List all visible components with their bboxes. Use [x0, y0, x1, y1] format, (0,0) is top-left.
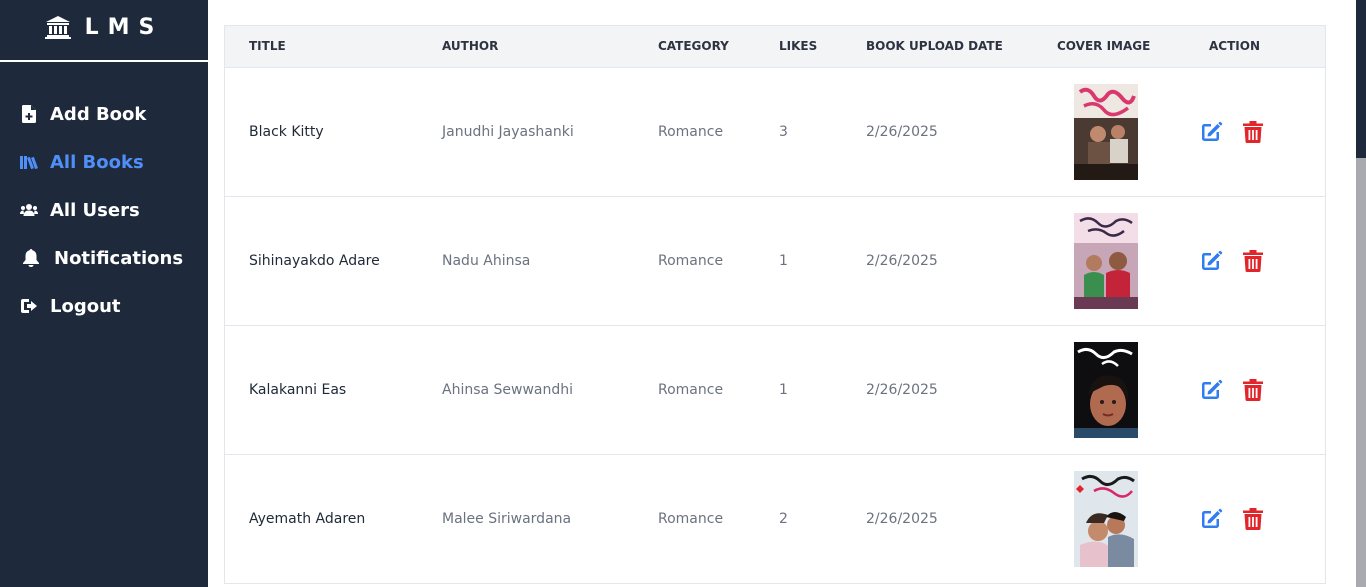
book-cover-image [1074, 470, 1138, 567]
bell-icon [22, 249, 40, 267]
row-actions [1181, 507, 1325, 531]
sidebar-item-add-book[interactable]: Add Book [0, 90, 208, 138]
book-upload-date: 2/26/2025 [866, 196, 1049, 326]
column-header-upload-date: BOOK UPLOAD DATE [866, 26, 1049, 68]
column-header-cover: COVER IMAGE [1049, 26, 1181, 68]
book-category: Romance [658, 196, 779, 326]
cover-cell [1049, 67, 1181, 197]
users-icon [20, 201, 38, 219]
book-likes: 1 [779, 325, 866, 455]
book-title: Black Kitty [225, 67, 442, 197]
table-row: Sihinayakdo Adare Nadu Ahinsa Romance 1 … [225, 196, 1325, 326]
edit-icon[interactable] [1199, 249, 1223, 273]
column-header-category: CATEGORY [658, 26, 779, 68]
sidebar-item-label: Logout [50, 295, 121, 317]
book-title: Kalakanni Eas [225, 325, 442, 455]
books-table: TITLE AUTHOR CATEGORY LIKES BOOK UPLOAD … [225, 26, 1325, 584]
cover-cell [1049, 454, 1181, 584]
trash-icon[interactable] [1241, 120, 1265, 144]
sidebar-item-all-books[interactable]: All Books [0, 138, 208, 186]
trash-icon[interactable] [1241, 249, 1265, 273]
table-header-row: TITLE AUTHOR CATEGORY LIKES BOOK UPLOAD … [225, 26, 1325, 68]
cover-cell [1049, 325, 1181, 455]
action-cell [1181, 67, 1325, 197]
library-building-icon [44, 15, 71, 39]
column-header-title: TITLE [225, 26, 442, 68]
books-icon [20, 153, 38, 171]
books-table-container: TITLE AUTHOR CATEGORY LIKES BOOK UPLOAD … [224, 25, 1326, 584]
action-cell [1181, 196, 1325, 326]
book-title: Ayemath Adaren [225, 454, 442, 584]
file-plus-icon [20, 105, 38, 123]
book-author: Janudhi Jayashanki [442, 67, 658, 197]
book-upload-date: 2/26/2025 [866, 67, 1049, 197]
book-title: Sihinayakdo Adare [225, 196, 442, 326]
edit-icon[interactable] [1199, 120, 1223, 144]
book-author: Malee Siriwardana [442, 454, 658, 584]
trash-icon[interactable] [1241, 507, 1265, 531]
edit-icon[interactable] [1199, 507, 1223, 531]
sidebar-item-label: All Books [50, 151, 144, 173]
book-category: Romance [658, 454, 779, 584]
book-category: Romance [658, 67, 779, 197]
trash-icon[interactable] [1241, 378, 1265, 402]
column-header-author: AUTHOR [442, 26, 658, 68]
book-author: Nadu Ahinsa [442, 196, 658, 326]
app-window: LMS Add Book All Books All Users Notific… [0, 0, 1366, 587]
action-cell [1181, 454, 1325, 584]
action-cell [1181, 325, 1325, 455]
cover-cell [1049, 196, 1181, 326]
book-author: Ahinsa Sewwandhi [442, 325, 658, 455]
row-actions [1181, 120, 1325, 144]
book-cover-image [1074, 341, 1138, 438]
column-header-likes: LIKES [779, 26, 866, 68]
sidebar-item-label: All Users [50, 199, 140, 221]
book-cover-image [1074, 83, 1138, 180]
brand-title: LMS [84, 14, 164, 40]
vertical-scrollbar[interactable] [1356, 0, 1366, 587]
book-cover-image [1074, 212, 1138, 309]
row-actions [1181, 378, 1325, 402]
table-row: Kalakanni Eas Ahinsa Sewwandhi Romance 1… [225, 325, 1325, 455]
book-category: Romance [658, 325, 779, 455]
table-row: Ayemath Adaren Malee Siriwardana Romance… [225, 454, 1325, 584]
book-upload-date: 2/26/2025 [866, 325, 1049, 455]
brand: LMS [0, 0, 208, 62]
sidebar: LMS Add Book All Books All Users Notific… [0, 0, 208, 587]
logout-icon [20, 297, 38, 315]
edit-icon[interactable] [1199, 378, 1223, 402]
sidebar-nav: Add Book All Books All Users Notificatio… [0, 90, 208, 330]
book-likes: 2 [779, 454, 866, 584]
book-upload-date: 2/26/2025 [866, 454, 1049, 584]
sidebar-item-notifications[interactable]: Notifications [0, 234, 208, 282]
scrollbar-track[interactable] [1356, 158, 1366, 587]
sidebar-item-label: Add Book [50, 103, 147, 125]
column-header-action: ACTION [1181, 26, 1325, 68]
sidebar-item-logout[interactable]: Logout [0, 282, 208, 330]
row-actions [1181, 249, 1325, 273]
main-content: TITLE AUTHOR CATEGORY LIKES BOOK UPLOAD … [208, 0, 1356, 587]
sidebar-item-all-users[interactable]: All Users [0, 186, 208, 234]
table-row: Black Kitty Janudhi Jayashanki Romance 3… [225, 67, 1325, 197]
book-likes: 3 [779, 67, 866, 197]
scrollbar-thumb[interactable] [1356, 0, 1366, 158]
book-likes: 1 [779, 196, 866, 326]
sidebar-item-label: Notifications [54, 247, 184, 269]
